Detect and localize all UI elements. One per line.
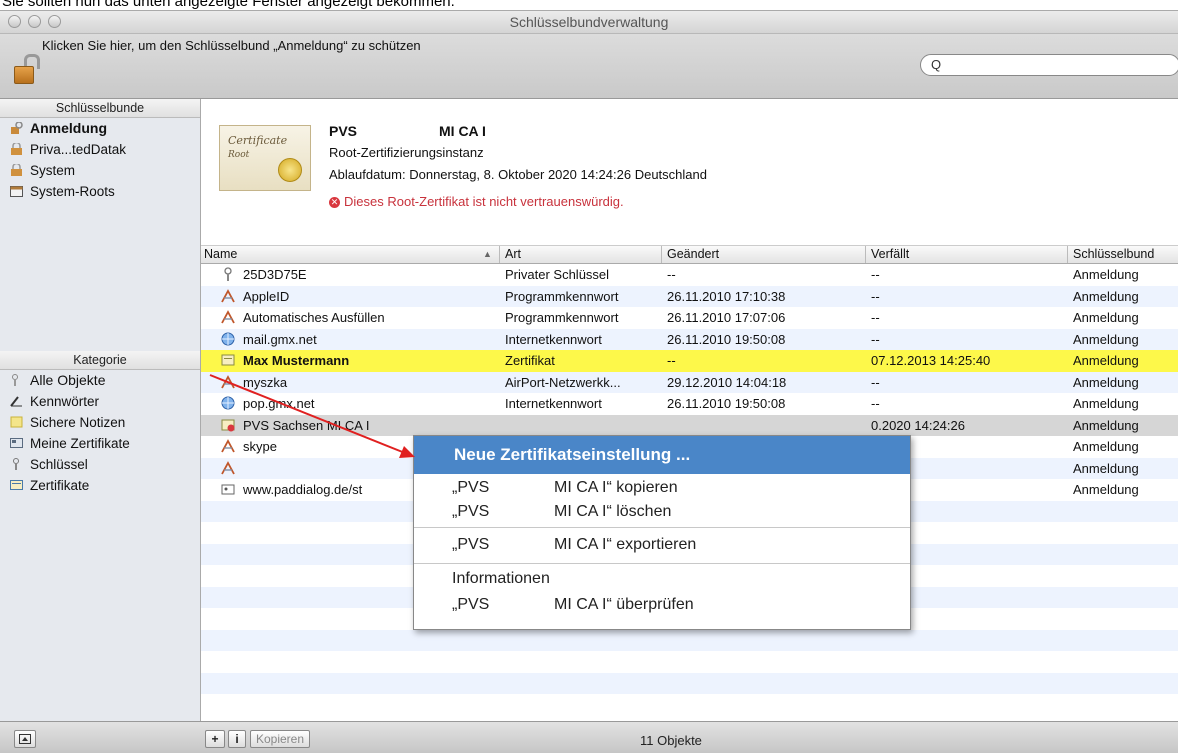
annotation-arrow [209, 374, 415, 458]
